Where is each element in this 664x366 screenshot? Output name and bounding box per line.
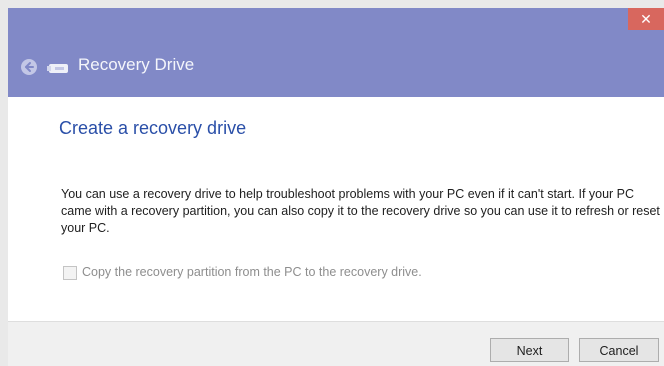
description-text: You can use a recovery drive to help tro… [61, 187, 660, 235]
copy-recovery-partition-checkbox[interactable] [63, 266, 77, 280]
window-title: Recovery Drive [78, 55, 195, 74]
back-button[interactable] [21, 59, 37, 75]
copy-recovery-partition-label: Copy the recovery partition from the PC … [82, 265, 422, 279]
button-bar: Next Cancel [8, 321, 664, 366]
title-bar: ✕ Recovery Drive [8, 8, 664, 97]
cancel-button[interactable]: Cancel [579, 338, 659, 362]
back-arrow-icon [25, 62, 34, 72]
next-button[interactable]: Next [490, 338, 569, 362]
recovery-drive-window: ✕ Recovery Drive Create a recovery drive… [8, 8, 664, 366]
close-icon: ✕ [640, 11, 652, 27]
page-heading: Create a recovery drive [59, 118, 247, 138]
usb-drive-icon [47, 64, 68, 73]
close-button[interactable]: ✕ [628, 8, 664, 30]
